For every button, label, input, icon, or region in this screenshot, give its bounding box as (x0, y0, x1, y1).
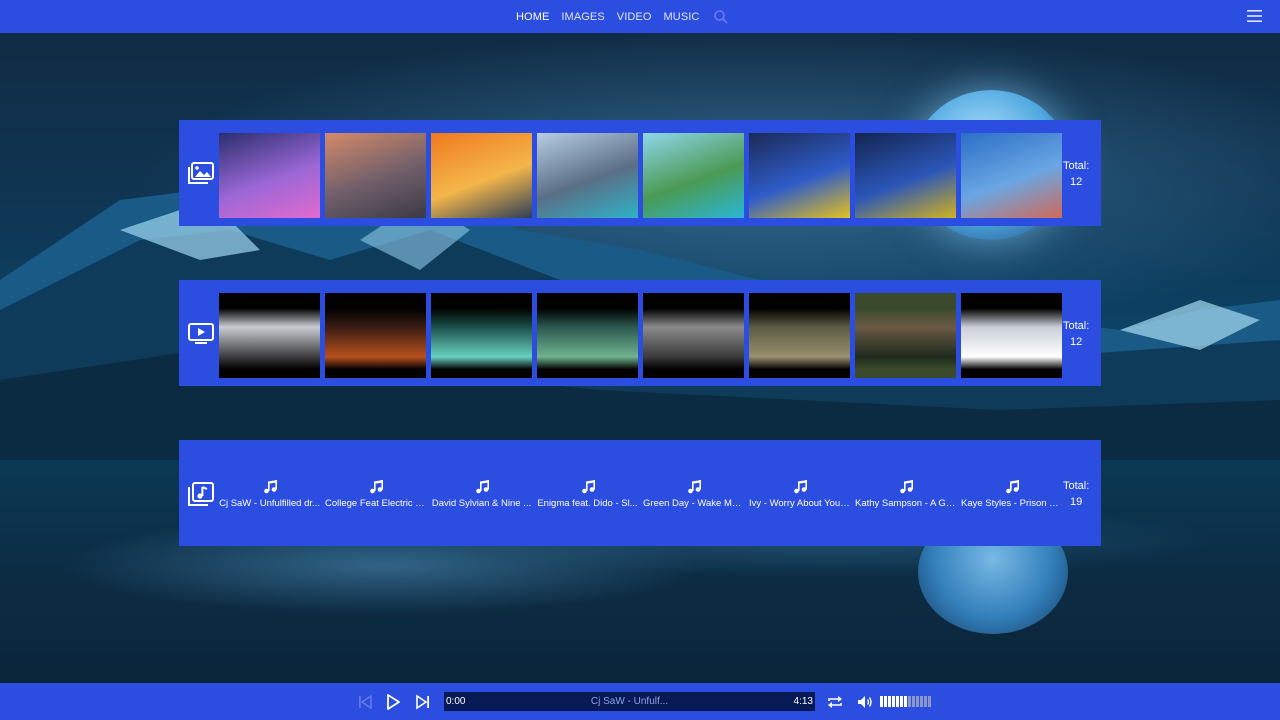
nav-images[interactable]: IMAGES (561, 11, 604, 23)
music-note-icon (1005, 480, 1019, 494)
music-track-title: College Feat Electric Y... (325, 498, 426, 509)
music-note-icon (687, 480, 701, 494)
music-track[interactable]: Green Day - Wake Me ... (643, 480, 744, 509)
image-thumbnail[interactable] (643, 133, 744, 218)
music-track-title: Kathy Sampson - A Go... (855, 498, 956, 509)
image-thumbnail[interactable] (325, 133, 426, 218)
video-thumbnail[interactable] (325, 293, 426, 378)
top-navigation-bar: HOME IMAGES VIDEO MUSIC (0, 0, 1280, 33)
volume-bar-segment (892, 696, 895, 707)
volume-slider[interactable] (880, 696, 931, 707)
music-note-icon (369, 480, 383, 494)
nav-music[interactable]: MUSIC (664, 11, 700, 23)
video-thumbnail[interactable] (855, 293, 956, 378)
volume-bar-segment (928, 696, 931, 707)
volume-bar-segment (900, 696, 903, 707)
volume-bar-segment (912, 696, 915, 707)
track-duration: 4:13 (793, 696, 813, 707)
music-library-icon[interactable] (187, 482, 215, 506)
video-icon[interactable] (187, 322, 215, 346)
now-playing-title: Cj SaW - Unfulf... (590, 696, 669, 707)
music-note-icon (475, 480, 489, 494)
volume-bar-segment (920, 696, 923, 707)
volume-bar-segment (884, 696, 887, 707)
music-track-title: Cj SaW - Unfulfilled dr... (219, 498, 320, 509)
images-total: Total: 12 (1063, 158, 1089, 190)
music-track-title: Green Day - Wake Me ... (643, 498, 744, 509)
images-icon[interactable] (187, 162, 215, 186)
video-thumbnail[interactable] (643, 293, 744, 378)
image-thumbnail[interactable] (749, 133, 850, 218)
repeat-icon[interactable] (826, 693, 844, 711)
music-track[interactable]: Ivy - Worry About You.... (749, 480, 850, 509)
video-thumbnail[interactable] (219, 293, 320, 378)
music-track[interactable]: Enigma feat. Dido - Sl... (537, 480, 638, 509)
music-note-icon (793, 480, 807, 494)
images-panel: Total: 12 (179, 120, 1101, 226)
video-total-label: Total: (1063, 320, 1090, 332)
video-panel: Total: 12 (179, 280, 1101, 386)
image-thumbnail[interactable] (537, 133, 638, 218)
image-thumbnail[interactable] (961, 133, 1062, 218)
next-icon[interactable] (414, 693, 432, 711)
volume-bar-segment (916, 696, 919, 707)
music-total-label: Total: (1063, 480, 1090, 492)
music-note-icon (581, 480, 595, 494)
music-note-icon (263, 480, 277, 494)
music-track[interactable]: Cj SaW - Unfulfilled dr... (219, 480, 320, 509)
music-track[interactable]: David Sylvian & Nine ... (431, 480, 532, 509)
music-track-list: Cj SaW - Unfulfilled dr... College Feat … (219, 480, 1062, 509)
video-thumbnail[interactable] (961, 293, 1062, 378)
video-thumbnail[interactable] (537, 293, 638, 378)
video-thumbnail[interactable] (749, 293, 850, 378)
music-total: Total: 19 (1063, 478, 1089, 510)
music-total-value: 19 (1070, 496, 1083, 508)
nav-home[interactable]: HOME (516, 11, 549, 23)
video-total: Total: 12 (1063, 318, 1089, 350)
volume-bar-segment (908, 696, 911, 707)
volume-bar-segment (888, 696, 891, 707)
music-track-title: Enigma feat. Dido - Sl... (537, 498, 638, 509)
volume-bar-segment (924, 696, 927, 707)
volume-icon[interactable] (856, 693, 874, 711)
images-total-label: Total: (1063, 160, 1090, 172)
music-track[interactable]: Kaye Styles - Prison Br... (961, 480, 1062, 509)
music-track-title: Kaye Styles - Prison Br... (961, 498, 1062, 509)
music-track-title: David Sylvian & Nine ... (431, 498, 532, 509)
video-thumbnail[interactable] (431, 293, 532, 378)
volume-bar-segment (880, 696, 883, 707)
video-total-value: 12 (1070, 336, 1083, 348)
music-track[interactable]: College Feat Electric Y... (325, 480, 426, 509)
volume-bar-segment (896, 696, 899, 707)
menu-icon[interactable] (1247, 8, 1262, 24)
volume-bar-segment (904, 696, 907, 707)
main-nav: HOME IMAGES VIDEO MUSIC (516, 0, 729, 33)
music-track[interactable]: Kathy Sampson - A Go... (855, 480, 956, 509)
video-thumbnail-strip (219, 293, 1062, 378)
image-thumbnail[interactable] (219, 133, 320, 218)
music-track-title: Ivy - Worry About You.... (749, 498, 850, 509)
progress-bar[interactable]: 0:00 Cj SaW - Unfulf... 4:13 (444, 692, 815, 711)
play-icon[interactable] (384, 693, 402, 711)
images-total-value: 12 (1070, 176, 1083, 188)
image-thumbnail[interactable] (855, 133, 956, 218)
nav-video[interactable]: VIDEO (617, 11, 652, 23)
search-icon[interactable] (713, 9, 729, 25)
music-note-icon (899, 480, 913, 494)
previous-icon[interactable] (356, 693, 374, 711)
image-thumbnail[interactable] (431, 133, 532, 218)
music-panel: Cj SaW - Unfulfilled dr... College Feat … (179, 440, 1101, 546)
image-thumbnail-strip (219, 133, 1062, 218)
